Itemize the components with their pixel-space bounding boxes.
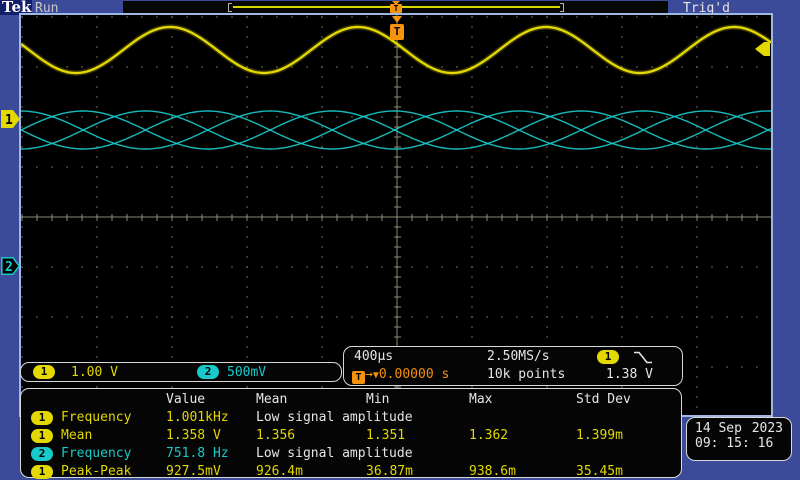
source-badge: 1 <box>31 411 53 425</box>
measurement-max: 1.362 <box>469 428 509 443</box>
ch2-scale-value: 500mV <box>227 365 267 380</box>
source-badge: 2 <box>31 447 53 461</box>
measurement-mean: 1.356 <box>256 428 296 443</box>
ch2-marker-label: 2 <box>5 260 13 275</box>
timebase-value: 400µs <box>354 349 394 364</box>
record-view-bar: T <box>123 1 668 13</box>
measurement-value: 751.8 Hz <box>166 446 229 461</box>
trigger-source-badge: 1 <box>597 350 619 364</box>
trigger-delay-readout: T →▼0.00000 s <box>352 367 449 384</box>
measurement-mean: 926.4m <box>256 464 303 479</box>
trigger-slope-falling-icon <box>634 351 652 364</box>
datetime-box: 14 Sep 2023 09: 15: 16 <box>686 417 792 461</box>
record-bracket-right-icon <box>560 3 564 12</box>
measurement-stddev: 1.399m <box>576 428 623 443</box>
source-badge: 1 <box>31 429 53 443</box>
trigger-level-value: 1.38 V <box>606 367 653 382</box>
arrow-down-icon <box>392 16 402 23</box>
ch1-position-marker: 1 <box>1 110 20 128</box>
ch1-badge: 1 <box>33 365 55 379</box>
trigger-t-icon: T <box>352 371 365 384</box>
record-bracket-left-icon <box>228 3 232 12</box>
measurement-row: 2 Frequency 751.8 Hz Low signal amplitud… <box>21 446 681 464</box>
ch1-scale-value: 1.00 V <box>71 365 118 380</box>
record-trigger-position-icon: T <box>390 1 402 13</box>
measurement-row: 1 Peak-Peak 927.5mV 926.4m 36.87m 938.6m… <box>21 464 681 480</box>
measurement-name: Mean <box>61 428 93 443</box>
ch2-badge: 2 <box>197 365 219 379</box>
horizontal-trigger-readout: 400µs 2.50MS/s 1 T →▼0.00000 s 10k points… <box>343 346 683 386</box>
channel-scale-readout: 1 1.00 V 2 500mV <box>20 362 342 382</box>
measurement-value: 927.5mV <box>166 464 221 479</box>
col-header-min: Min <box>366 392 390 407</box>
time-value: 09: 15: 16 <box>695 436 774 451</box>
ch2-position-marker: 2 <box>1 257 20 275</box>
measurement-stddev: 35.45m <box>576 464 623 479</box>
measurement-max: 938.6m <box>469 464 516 479</box>
measurement-row: 1 Frequency 1.001kHz Low signal amplitud… <box>21 410 681 428</box>
trigger-level-arrow-icon <box>755 42 770 56</box>
oscilloscope-display: Tek Run T Trig'd T 1 2 1 1.00 V 2 500mV … <box>0 0 800 480</box>
col-header-mean: Mean <box>256 392 288 407</box>
sample-rate-value: 2.50MS/s <box>487 349 550 364</box>
measurement-value: 1.358 V <box>166 428 221 443</box>
year-value: 2023 <box>751 421 783 436</box>
trigger-t-label: T <box>390 24 404 40</box>
date-value: 14 Sep <box>695 421 742 436</box>
measurement-min: 1.351 <box>366 428 406 443</box>
col-header-stddev: Std Dev <box>576 392 631 407</box>
ch1-marker-label: 1 <box>5 113 13 128</box>
measurement-value: 1.001kHz <box>166 410 229 425</box>
measurement-note: Low signal amplitude <box>256 410 413 425</box>
measurement-note: Low signal amplitude <box>256 446 413 461</box>
trigger-delay-value: 0.00000 s <box>378 367 450 382</box>
measurement-name: Frequency <box>61 446 132 461</box>
measurement-min: 36.87m <box>366 464 413 479</box>
col-header-max: Max <box>469 392 493 407</box>
source-badge: 1 <box>31 465 53 479</box>
measurements-table: Value Mean Min Max Std Dev 1 Frequency 1… <box>20 388 682 480</box>
measurement-name: Peak-Peak <box>61 464 132 479</box>
record-length-value: 10k points <box>487 367 566 382</box>
measurement-row: 1 Mean 1.358 V 1.356 1.351 1.362 1.399m <box>21 428 681 446</box>
arrow-right-icon: → <box>365 367 373 382</box>
trigger-position-flag: T <box>390 16 404 40</box>
measurement-name: Frequency <box>61 410 132 425</box>
measurements-header-row: Value Mean Min Max Std Dev <box>21 392 681 410</box>
col-header-value: Value <box>166 392 206 407</box>
